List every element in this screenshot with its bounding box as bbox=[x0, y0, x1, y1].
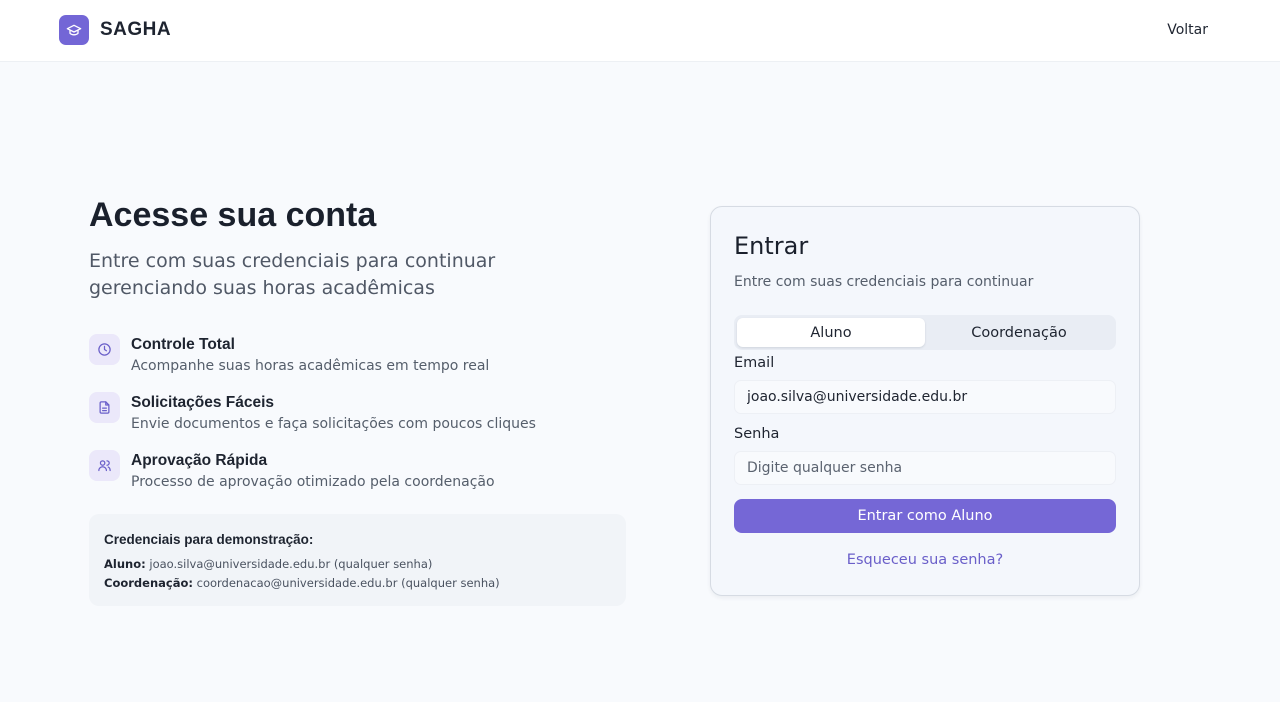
brand-name[interactable]: SAGHA bbox=[100, 19, 171, 41]
back-link[interactable]: Voltar bbox=[1167, 22, 1208, 38]
password-field[interactable] bbox=[734, 451, 1116, 485]
users-icon bbox=[89, 450, 120, 481]
demo-coord-credentials: Coordenação: coordenacao@universidade.ed… bbox=[104, 576, 500, 590]
login-card: Entrar Entre com suas credenciais para c… bbox=[710, 206, 1140, 596]
role-tabs: Aluno Coordenação bbox=[734, 315, 1116, 350]
page-subtitle: Entre com suas credenciais para continua… bbox=[89, 250, 496, 299]
login-title: Entrar bbox=[734, 232, 809, 260]
clock-icon bbox=[89, 334, 120, 365]
feature-title: Aprovação Rápida bbox=[131, 452, 268, 469]
feature-description: Acompanhe suas horas acadêmicas em tempo… bbox=[131, 358, 490, 374]
feature-item: Aprovação Rápida Processo de aprovação o… bbox=[89, 450, 609, 496]
demo-student-value: joao.silva@universidade.edu.br (qualquer… bbox=[149, 557, 433, 571]
demo-credentials-box: Credenciais para demonstração: Aluno: jo… bbox=[89, 514, 626, 606]
email-label: Email bbox=[734, 355, 775, 371]
submit-button[interactable]: Entrar como Aluno bbox=[734, 499, 1116, 533]
hero-section: Acesse sua conta Entre com suas credenci… bbox=[89, 194, 629, 302]
demo-student-credentials: Aluno: joao.silva@universidade.edu.br (q… bbox=[104, 557, 432, 571]
feature-description: Envie documentos e faça solicitações com… bbox=[131, 416, 536, 432]
password-label: Senha bbox=[734, 426, 780, 442]
document-icon bbox=[89, 392, 120, 423]
tab-coordenacao[interactable]: Coordenação bbox=[925, 318, 1113, 347]
feature-title: Solicitações Fáceis bbox=[131, 394, 275, 411]
feature-item: Controle Total Acompanhe suas horas acad… bbox=[89, 334, 609, 380]
demo-coord-value: coordenacao@universidade.edu.br (qualque… bbox=[196, 576, 500, 590]
feature-item: Solicitações Fáceis Envie documentos e f… bbox=[89, 392, 609, 438]
page-title: Acesse sua conta bbox=[89, 196, 377, 234]
demo-coord-label: Coordenação: bbox=[104, 576, 193, 590]
tab-aluno[interactable]: Aluno bbox=[737, 318, 925, 347]
forgot-password-link[interactable]: Esqueceu sua senha? bbox=[711, 552, 1139, 568]
graduation-cap-icon[interactable] bbox=[59, 15, 89, 45]
demo-student-label: Aluno: bbox=[104, 557, 146, 571]
top-navbar: SAGHA Voltar bbox=[0, 0, 1280, 62]
feature-title: Controle Total bbox=[131, 336, 235, 353]
email-field[interactable] bbox=[734, 380, 1116, 414]
demo-credentials-title: Credenciais para demonstração: bbox=[104, 532, 314, 547]
login-subtitle: Entre com suas credenciais para continua… bbox=[734, 274, 1034, 290]
feature-description: Processo de aprovação otimizado pela coo… bbox=[131, 474, 495, 490]
